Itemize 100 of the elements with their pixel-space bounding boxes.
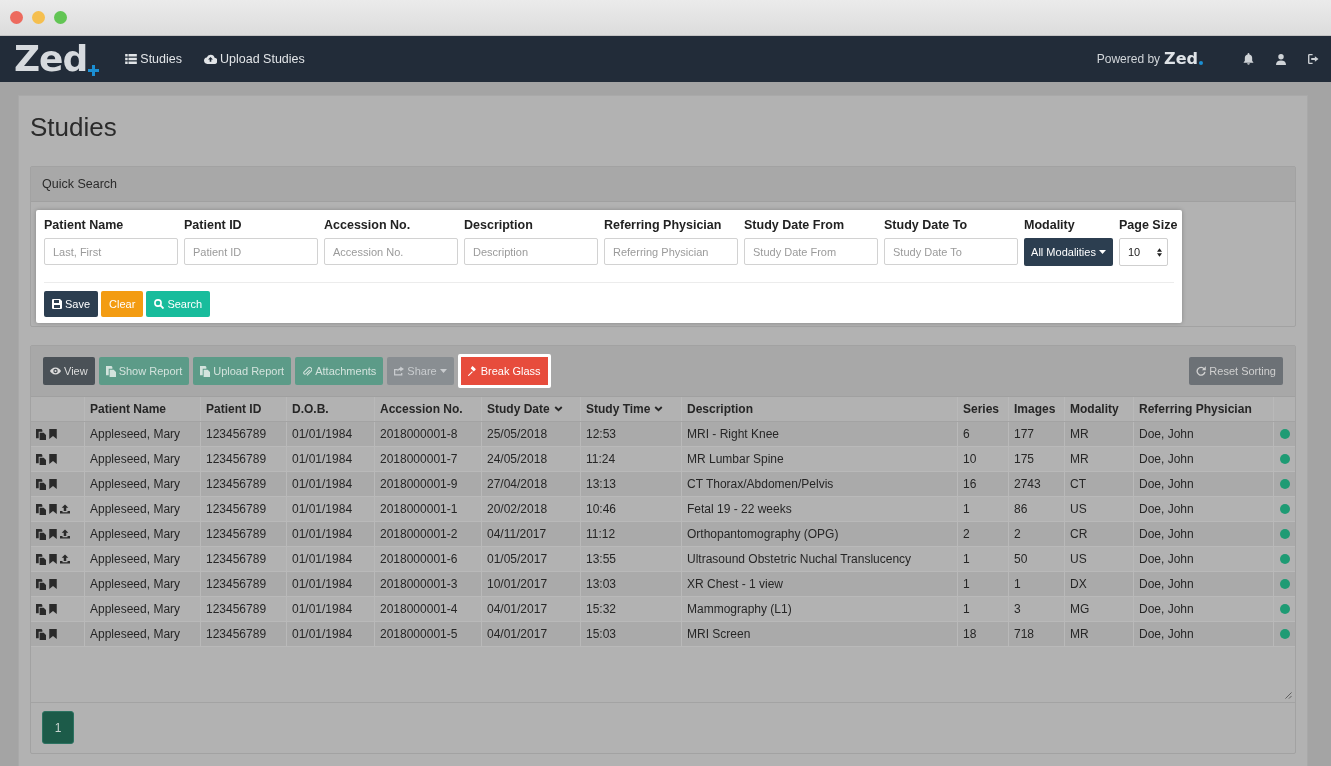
files-icon	[200, 365, 211, 377]
user-icon[interactable]	[1276, 53, 1286, 65]
table-cell: 01/05/2017	[482, 547, 581, 571]
table-cell: Doe, John	[1134, 472, 1274, 496]
table-cell: Appleseed, Mary	[85, 422, 201, 446]
column-header[interactable]: Study Time	[586, 402, 651, 416]
column-header[interactable]: Accession No.	[380, 402, 463, 416]
table-cell: 2018000001-3	[375, 572, 482, 596]
column-header[interactable]: D.O.B.	[292, 402, 329, 416]
files-icon[interactable]	[36, 478, 46, 490]
table-cell: MR	[1065, 447, 1134, 471]
bookmark-icon[interactable]	[48, 554, 58, 564]
field-label: Accession No.	[324, 218, 412, 232]
bookmark-icon[interactable]	[48, 604, 58, 614]
column-header[interactable]: Modality	[1070, 402, 1119, 416]
table-cell: Orthopantomography (OPG)	[682, 522, 958, 546]
bell-icon[interactable]	[1243, 53, 1254, 65]
input-field[interactable]: Referring Physician	[604, 238, 738, 265]
table-cell: 6	[958, 422, 1009, 446]
files-icon[interactable]	[36, 628, 46, 640]
chevron-down-icon[interactable]	[654, 406, 664, 412]
bookmark-icon[interactable]	[48, 479, 58, 489]
table-cell: 1	[1009, 572, 1065, 596]
table-cell: Doe, John	[1134, 447, 1274, 471]
files-icon[interactable]	[36, 603, 46, 615]
table-cell: 11:12	[581, 522, 682, 546]
table-cell: MR	[1065, 422, 1134, 446]
bookmark-icon[interactable]	[48, 629, 58, 639]
field-label: Modality	[1024, 218, 1076, 232]
table-cell: Appleseed, Mary	[85, 572, 201, 596]
column-header[interactable]: Description	[687, 402, 753, 416]
table-cell: 2018000001-6	[375, 547, 482, 571]
table-cell: XR Chest - 1 view	[682, 572, 958, 596]
files-icon[interactable]	[36, 553, 46, 565]
save-button[interactable]: Save	[44, 291, 99, 317]
column-header[interactable]: Series	[963, 402, 1000, 416]
table-cell: 01/01/1984	[287, 447, 375, 471]
page-button[interactable]: 1	[42, 711, 74, 744]
table-cell: 15:32	[581, 597, 682, 621]
table-cell: 01/01/1984	[287, 472, 375, 496]
column-header[interactable]: Referring Physician	[1139, 402, 1252, 416]
upload-icon[interactable]	[60, 554, 70, 564]
table-cell: CT	[1065, 472, 1134, 496]
column-header[interactable]: Patient ID	[206, 402, 262, 416]
select-field[interactable]: 10	[1119, 238, 1168, 266]
table-cell: 01/01/1984	[287, 622, 375, 646]
logo-text[interactable]: Zed	[14, 41, 88, 77]
bookmark-icon[interactable]	[48, 454, 58, 464]
table-cell: 3	[1009, 597, 1065, 621]
table-cell: 2	[958, 522, 1009, 546]
table-cell: 86	[1009, 497, 1065, 521]
table-cell: 10	[958, 447, 1009, 471]
table-cell: 01/01/1984	[287, 572, 375, 596]
dropdown-button[interactable]: All Modalities	[1024, 238, 1113, 266]
powered-by-text: Powered by	[1096, 52, 1161, 66]
table-cell: 1	[958, 547, 1009, 571]
table-cell: Doe, John	[1134, 547, 1274, 571]
up-down-arrows-icon	[1157, 247, 1162, 257]
resize-grip-icon[interactable]	[1285, 692, 1292, 699]
table-cell: 15:03	[581, 622, 682, 646]
table-cell: 20/02/2018	[482, 497, 581, 521]
files-icon[interactable]	[36, 578, 46, 590]
table-cell: CT Thorax/Abdomen/Pelvis	[682, 472, 958, 496]
dot-icon	[1199, 61, 1203, 65]
table-cell: 2018000001-8	[375, 422, 482, 446]
input-field[interactable]: Accession No.	[324, 238, 458, 265]
input-field[interactable]: Patient ID	[184, 238, 318, 265]
table-cell: 01/01/1984	[287, 547, 375, 571]
bookmark-icon[interactable]	[48, 504, 58, 514]
input-field[interactable]: Last, First	[44, 238, 178, 265]
studies-nav-link[interactable]: Studies	[125, 52, 182, 66]
files-icon[interactable]	[36, 428, 46, 440]
files-icon[interactable]	[36, 453, 46, 465]
table-cell: Appleseed, Mary	[85, 497, 201, 521]
files-icon[interactable]	[36, 528, 46, 540]
view-button[interactable]: View	[43, 357, 95, 385]
upload-icon[interactable]	[60, 504, 70, 514]
bookmark-icon[interactable]	[48, 579, 58, 589]
break-glass-button[interactable]: Break Glass	[457, 354, 551, 388]
table-cell: 2018000001-2	[375, 522, 482, 546]
table-cell: Appleseed, Mary	[85, 622, 201, 646]
bookmark-icon[interactable]	[48, 529, 58, 539]
sign-out-icon[interactable]	[1308, 54, 1319, 64]
upload-icon[interactable]	[60, 529, 70, 539]
column-header[interactable]: Patient Name	[90, 402, 167, 416]
input-field[interactable]: Study Date To	[884, 238, 1018, 265]
input-field[interactable]: Description	[464, 238, 598, 265]
chevron-down-icon[interactable]	[553, 406, 563, 412]
files-icon[interactable]	[36, 503, 46, 515]
input-field[interactable]: Study Date From	[744, 238, 878, 265]
field-label: Patient ID	[184, 218, 243, 232]
upload-studies-nav-link[interactable]: Upload Studies	[204, 52, 305, 66]
table-cell: Appleseed, Mary	[85, 472, 201, 496]
table-cell: US	[1065, 547, 1134, 571]
table-cell: CR	[1065, 522, 1134, 546]
field-label: Patient Name	[44, 218, 125, 232]
bookmark-icon[interactable]	[48, 429, 58, 439]
search-icon	[154, 299, 165, 309]
column-header[interactable]: Study Date	[487, 402, 550, 416]
column-header[interactable]: Images	[1014, 402, 1056, 416]
